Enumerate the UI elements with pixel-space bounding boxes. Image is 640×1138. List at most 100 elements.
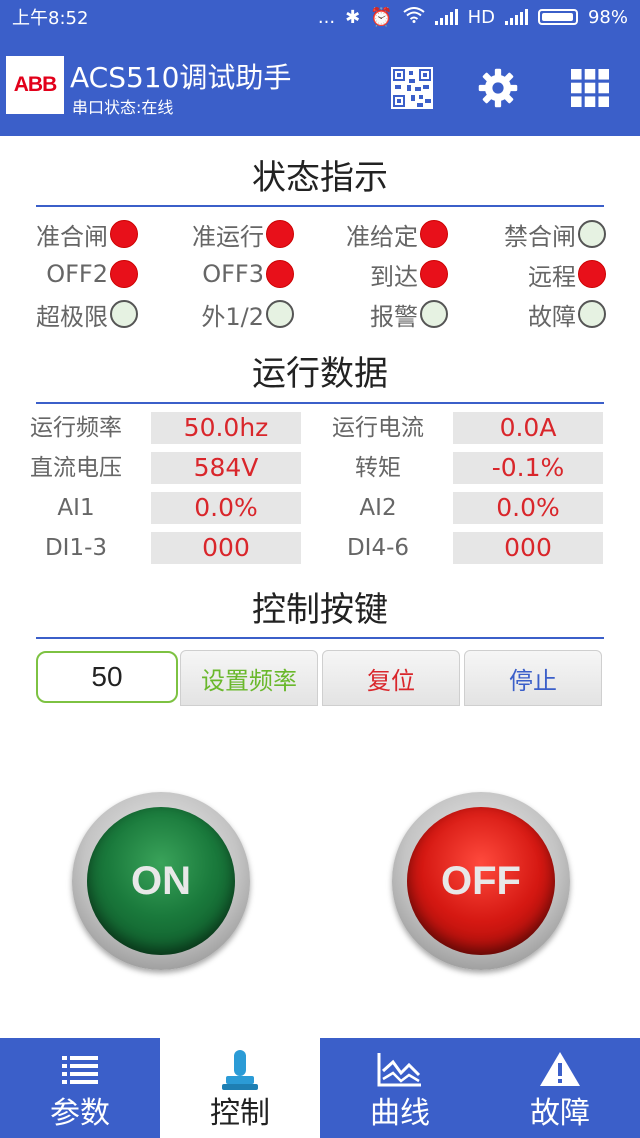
off-button[interactable]: OFF	[392, 792, 570, 970]
bluetooth-icon: ✱	[345, 6, 361, 28]
status-led	[578, 300, 606, 328]
wifi-icon	[402, 6, 425, 28]
indicator-off2: OFF2	[20, 256, 138, 292]
on-button-label: ON	[87, 807, 235, 955]
nav-tab-curve[interactable]: 曲线	[320, 1038, 480, 1138]
indicator-over-limit: 超极限	[20, 296, 138, 332]
reset-button[interactable]: 复位	[322, 650, 460, 706]
on-button-ring: ON	[72, 792, 250, 970]
system-status-bar: 上午8:52 ... ✱ ⏰ HD 98%	[0, 0, 640, 34]
set-frequency-button[interactable]: 设置频率	[180, 650, 318, 706]
nav-tab-fault[interactable]: 故障	[480, 1038, 640, 1138]
run-data-section-title: 运行数据	[252, 354, 388, 394]
indicator-label: 准运行	[192, 222, 264, 251]
signal-icon-2	[504, 9, 528, 25]
indicator-fault: 故障	[486, 296, 606, 332]
indicator-label: 准给定	[346, 222, 418, 251]
stop-button[interactable]: 停止	[464, 650, 602, 706]
status-led	[110, 220, 138, 248]
status-dots: ...	[317, 6, 336, 28]
indicator-ready-close: 准合闸	[20, 216, 138, 252]
controls-section-divider	[36, 637, 604, 639]
status-led	[420, 220, 448, 248]
frequency-input[interactable]	[36, 651, 178, 703]
indicator-label: 超极限	[36, 302, 108, 331]
signal-icon	[434, 9, 458, 25]
off-button-ring: OFF	[392, 792, 570, 970]
indicator-label: OFF2	[46, 260, 108, 288]
status-led	[578, 220, 606, 248]
data-label-di4-6: DI4-6	[346, 535, 410, 561]
indicator-label: 准合闸	[36, 222, 108, 251]
data-value-run-current: 0.0A	[453, 412, 603, 444]
nav-label: 控制	[210, 1096, 270, 1131]
indicator-label: 远程	[528, 262, 576, 291]
status-led	[266, 300, 294, 328]
battery-percent: 98%	[587, 6, 628, 28]
serial-status: 串口状态:在线	[72, 98, 174, 117]
status-icons: ... ✱ ⏰ HD 98%	[318, 7, 628, 28]
indicator-ready-ref: 准给定	[330, 216, 448, 252]
data-label-torque: 转矩	[355, 455, 401, 481]
data-label-ai1: AI1	[57, 495, 95, 521]
data-value-dc-voltage: 584V	[151, 452, 301, 484]
run-data-section-divider	[36, 402, 604, 404]
status-led	[266, 220, 294, 248]
data-value-run-frequency: 50.0hz	[151, 412, 301, 444]
status-section-divider	[36, 205, 604, 207]
nav-label: 曲线	[370, 1096, 430, 1131]
warning-icon	[539, 1044, 581, 1094]
status-section-title: 状态指示	[252, 158, 388, 198]
network-type: HD	[467, 6, 495, 28]
controls-section-title: 控制按键	[252, 590, 388, 630]
data-label-run-current: 运行电流	[332, 415, 424, 441]
status-led	[110, 260, 138, 288]
data-value-torque: -0.1%	[453, 452, 603, 484]
indicator-close-inhibit: 禁合闸	[486, 216, 606, 252]
bottom-nav: 参数 控制 曲线 故障	[0, 1038, 640, 1138]
on-button[interactable]: ON	[72, 792, 250, 970]
nav-tab-control[interactable]: 控制	[160, 1038, 320, 1138]
data-value-ai2: 0.0%	[453, 492, 603, 524]
indicator-off3: OFF3	[170, 256, 294, 292]
status-time: 上午8:52	[12, 8, 89, 29]
nav-tab-params[interactable]: 参数	[0, 1038, 160, 1138]
battery-icon	[537, 9, 578, 25]
app-title: ACS510调试助手	[70, 61, 292, 94]
status-led	[110, 300, 138, 328]
joystick-icon	[222, 1044, 258, 1094]
indicator-remote: 远程	[486, 256, 606, 292]
gear-icon[interactable]	[476, 66, 520, 110]
indicator-label: 故障	[528, 302, 576, 331]
grid-menu-icon[interactable]	[568, 66, 612, 110]
qr-code-icon[interactable]	[390, 66, 434, 110]
off-button-label: OFF	[407, 807, 555, 955]
indicator-label: 到达	[370, 262, 418, 291]
battery-fill	[541, 13, 574, 21]
data-label-dc-voltage: 直流电压	[30, 455, 122, 481]
abb-logo: ABB	[6, 56, 64, 114]
data-label-run-frequency: 运行频率	[30, 415, 122, 441]
status-led	[266, 260, 294, 288]
indicator-label: 禁合闸	[504, 222, 576, 251]
list-icon	[62, 1044, 98, 1094]
status-led	[420, 300, 448, 328]
indicator-ext12: 外1/2	[170, 296, 294, 332]
logo-text: ABB	[13, 73, 57, 96]
data-label-di1-3: DI1-3	[44, 535, 108, 561]
indicator-reached: 到达	[330, 256, 448, 292]
indicator-label: 报警	[370, 302, 418, 331]
data-value-ai1: 0.0%	[151, 492, 301, 524]
status-led	[420, 260, 448, 288]
nav-label: 故障	[530, 1096, 590, 1131]
data-value-di1-3: 000	[151, 532, 301, 564]
app-header: ABB ACS510调试助手 串口状态:在线	[0, 34, 640, 136]
indicator-label: 外1/2	[201, 302, 264, 331]
indicator-alarm: 报警	[330, 296, 448, 332]
data-label-ai2: AI2	[359, 495, 397, 521]
alarm-icon: ⏰	[370, 6, 393, 28]
indicator-label: OFF3	[202, 260, 264, 288]
status-led	[578, 260, 606, 288]
line-chart-icon	[377, 1044, 423, 1094]
nav-label: 参数	[50, 1096, 110, 1131]
